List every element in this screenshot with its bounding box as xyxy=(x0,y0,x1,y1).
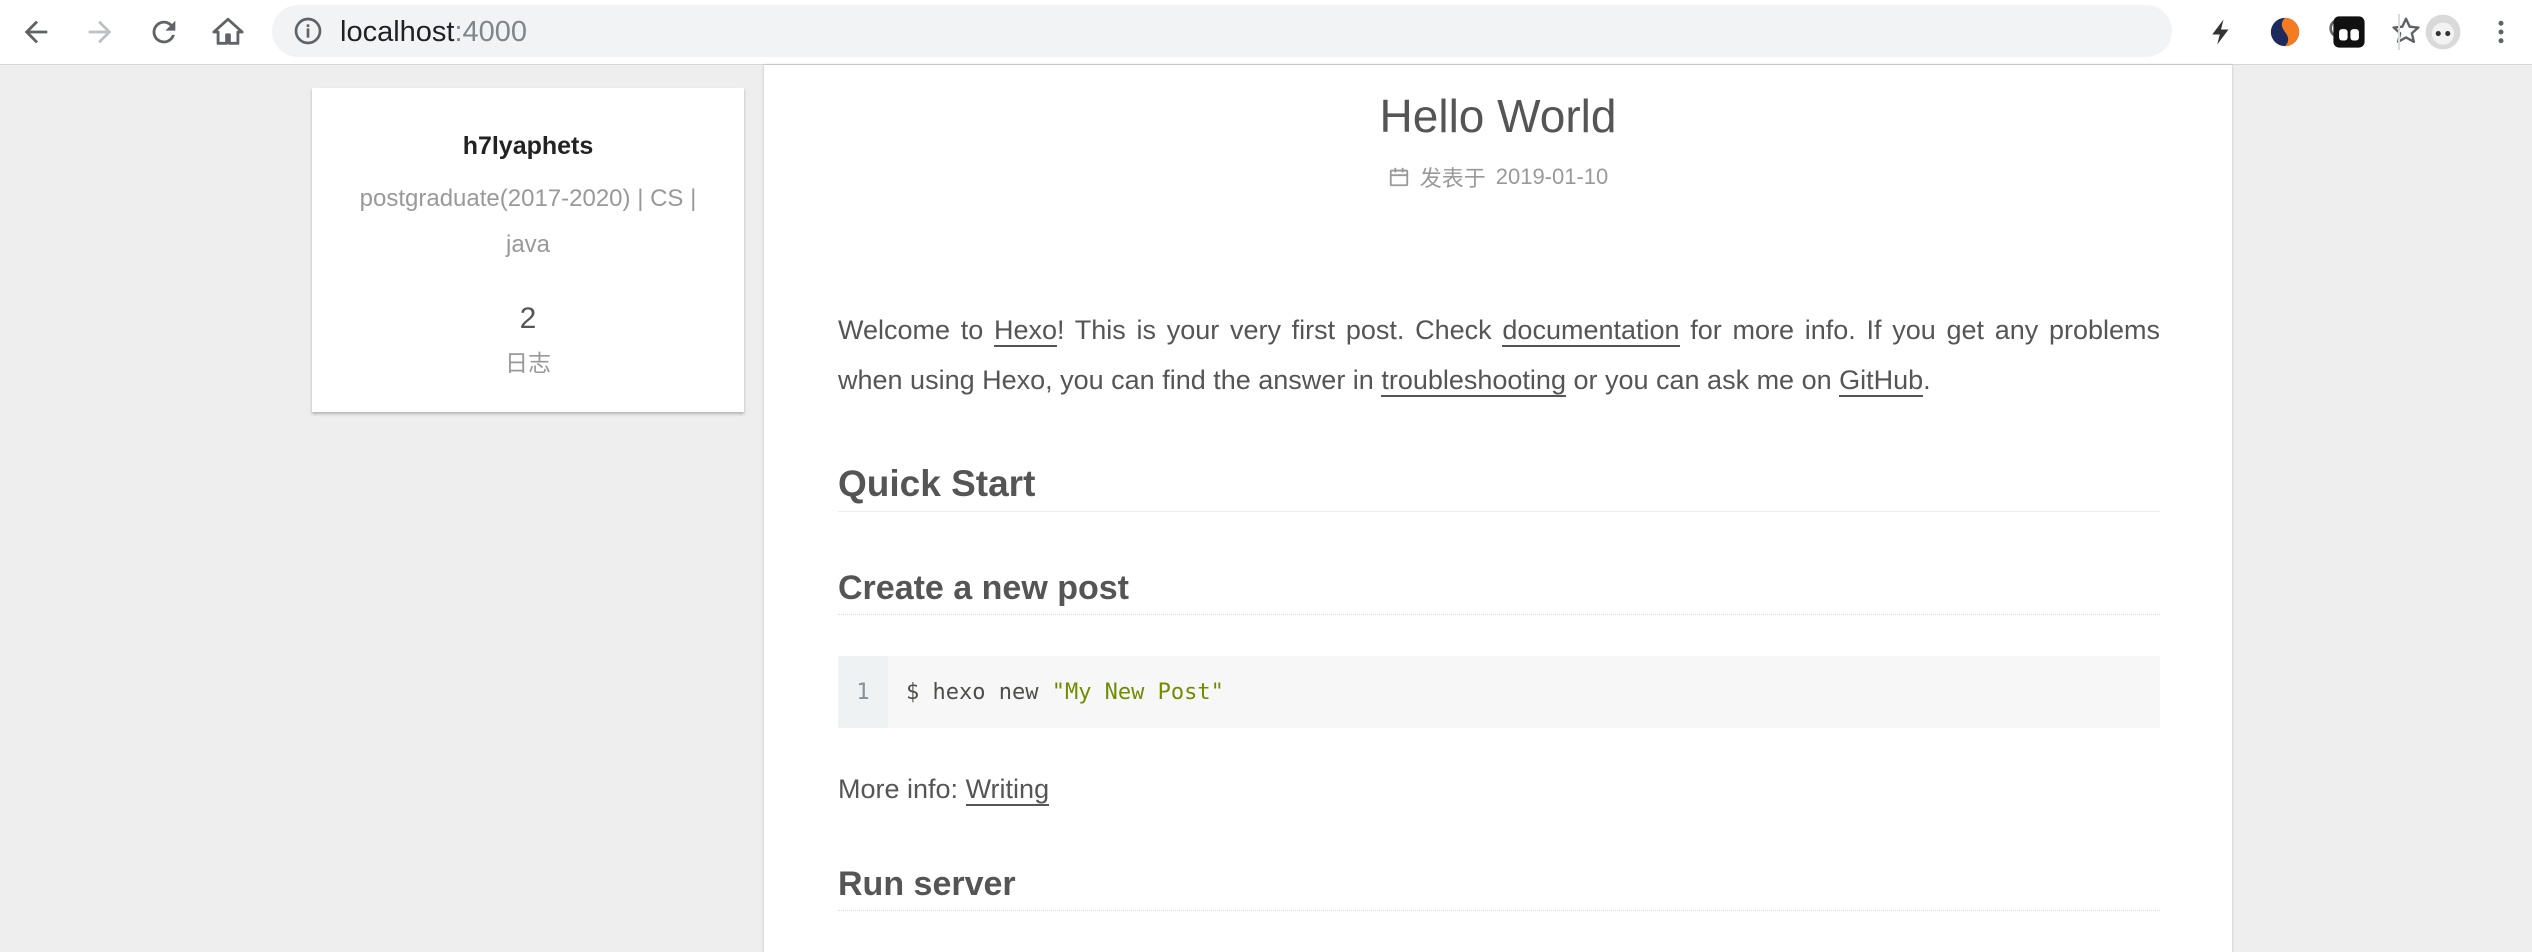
heading-quick-start: Quick Start xyxy=(838,463,2160,512)
code-string: "My New Post" xyxy=(1051,679,1224,705)
intro-text-1: Welcome to xyxy=(838,315,994,345)
post-count[interactable]: 2 xyxy=(312,302,744,336)
info-icon[interactable] xyxy=(292,15,324,47)
intro-paragraph: Welcome to Hexo! This is your very first… xyxy=(838,305,2160,405)
author-description: postgraduate(2017-2020) | CS | java xyxy=(359,185,697,258)
address-bar[interactable]: localhost:4000 xyxy=(272,5,2420,57)
more-info-label: More info: xyxy=(838,774,966,804)
calendar-icon xyxy=(1389,167,1408,187)
more-vertical-icon[interactable] xyxy=(2482,13,2520,51)
lightning-extension-icon[interactable] xyxy=(2202,13,2240,51)
forward-arrow-icon[interactable] xyxy=(76,8,124,56)
reload-icon[interactable] xyxy=(140,8,188,56)
post-date: 2019-01-10 xyxy=(1495,164,1609,189)
documentation-link[interactable]: documentation xyxy=(1502,315,1680,347)
post-meta: 发表于 2019-01-10 xyxy=(764,161,2232,193)
more-info-paragraph: More info: Writing xyxy=(838,764,2160,814)
github-link[interactable]: GitHub xyxy=(1839,365,1924,397)
code-line: $ hexo new "My New Post" xyxy=(888,656,1224,728)
post-count-label[interactable]: 日志 xyxy=(312,344,744,378)
intro-text-2: ! This is your very first post. Check xyxy=(1057,315,1503,345)
url-host: localhost xyxy=(340,16,455,48)
post-title: Hello World xyxy=(1379,90,1617,142)
orange-blue-extension-icon[interactable] xyxy=(2266,13,2304,51)
code-command: $ hexo new xyxy=(906,679,1052,705)
home-icon[interactable] xyxy=(204,8,252,56)
url-port: :4000 xyxy=(454,16,528,48)
back-arrow-icon[interactable] xyxy=(12,8,60,56)
post-content: Hello World 发表于 2019-01-10 Welcome to He… xyxy=(764,65,2232,952)
star-icon[interactable] xyxy=(2390,15,2422,47)
toolbar-divider xyxy=(2398,14,2400,50)
intro-text-4: or you can ask me on xyxy=(1565,365,1840,395)
url-text[interactable]: localhost:4000 xyxy=(340,16,527,48)
heading-run-server: Run server xyxy=(838,865,2160,911)
writing-link[interactable]: Writing xyxy=(965,774,1050,806)
post-meta-label: 发表于 xyxy=(1419,166,1486,191)
code-block: 1 $ hexo new "My New Post" xyxy=(838,656,2160,728)
author-name: h7lyaphets xyxy=(462,132,594,160)
author-sidebar-card: h7lyaphets postgraduate(2017-2020) | CS … xyxy=(312,88,744,412)
heading-create-post: Create a new post xyxy=(838,569,2160,615)
profile-avatar-icon[interactable] xyxy=(2424,13,2462,51)
dark-square-extension-icon[interactable] xyxy=(2330,13,2368,51)
browser-toolbar: localhost:4000 xyxy=(0,0,2532,65)
troubleshooting-link[interactable]: troubleshooting xyxy=(1381,365,1566,397)
intro-text-5: . xyxy=(1923,365,1931,395)
hexo-link[interactable]: Hexo xyxy=(994,315,1058,347)
code-line-number: 1 xyxy=(838,656,888,728)
